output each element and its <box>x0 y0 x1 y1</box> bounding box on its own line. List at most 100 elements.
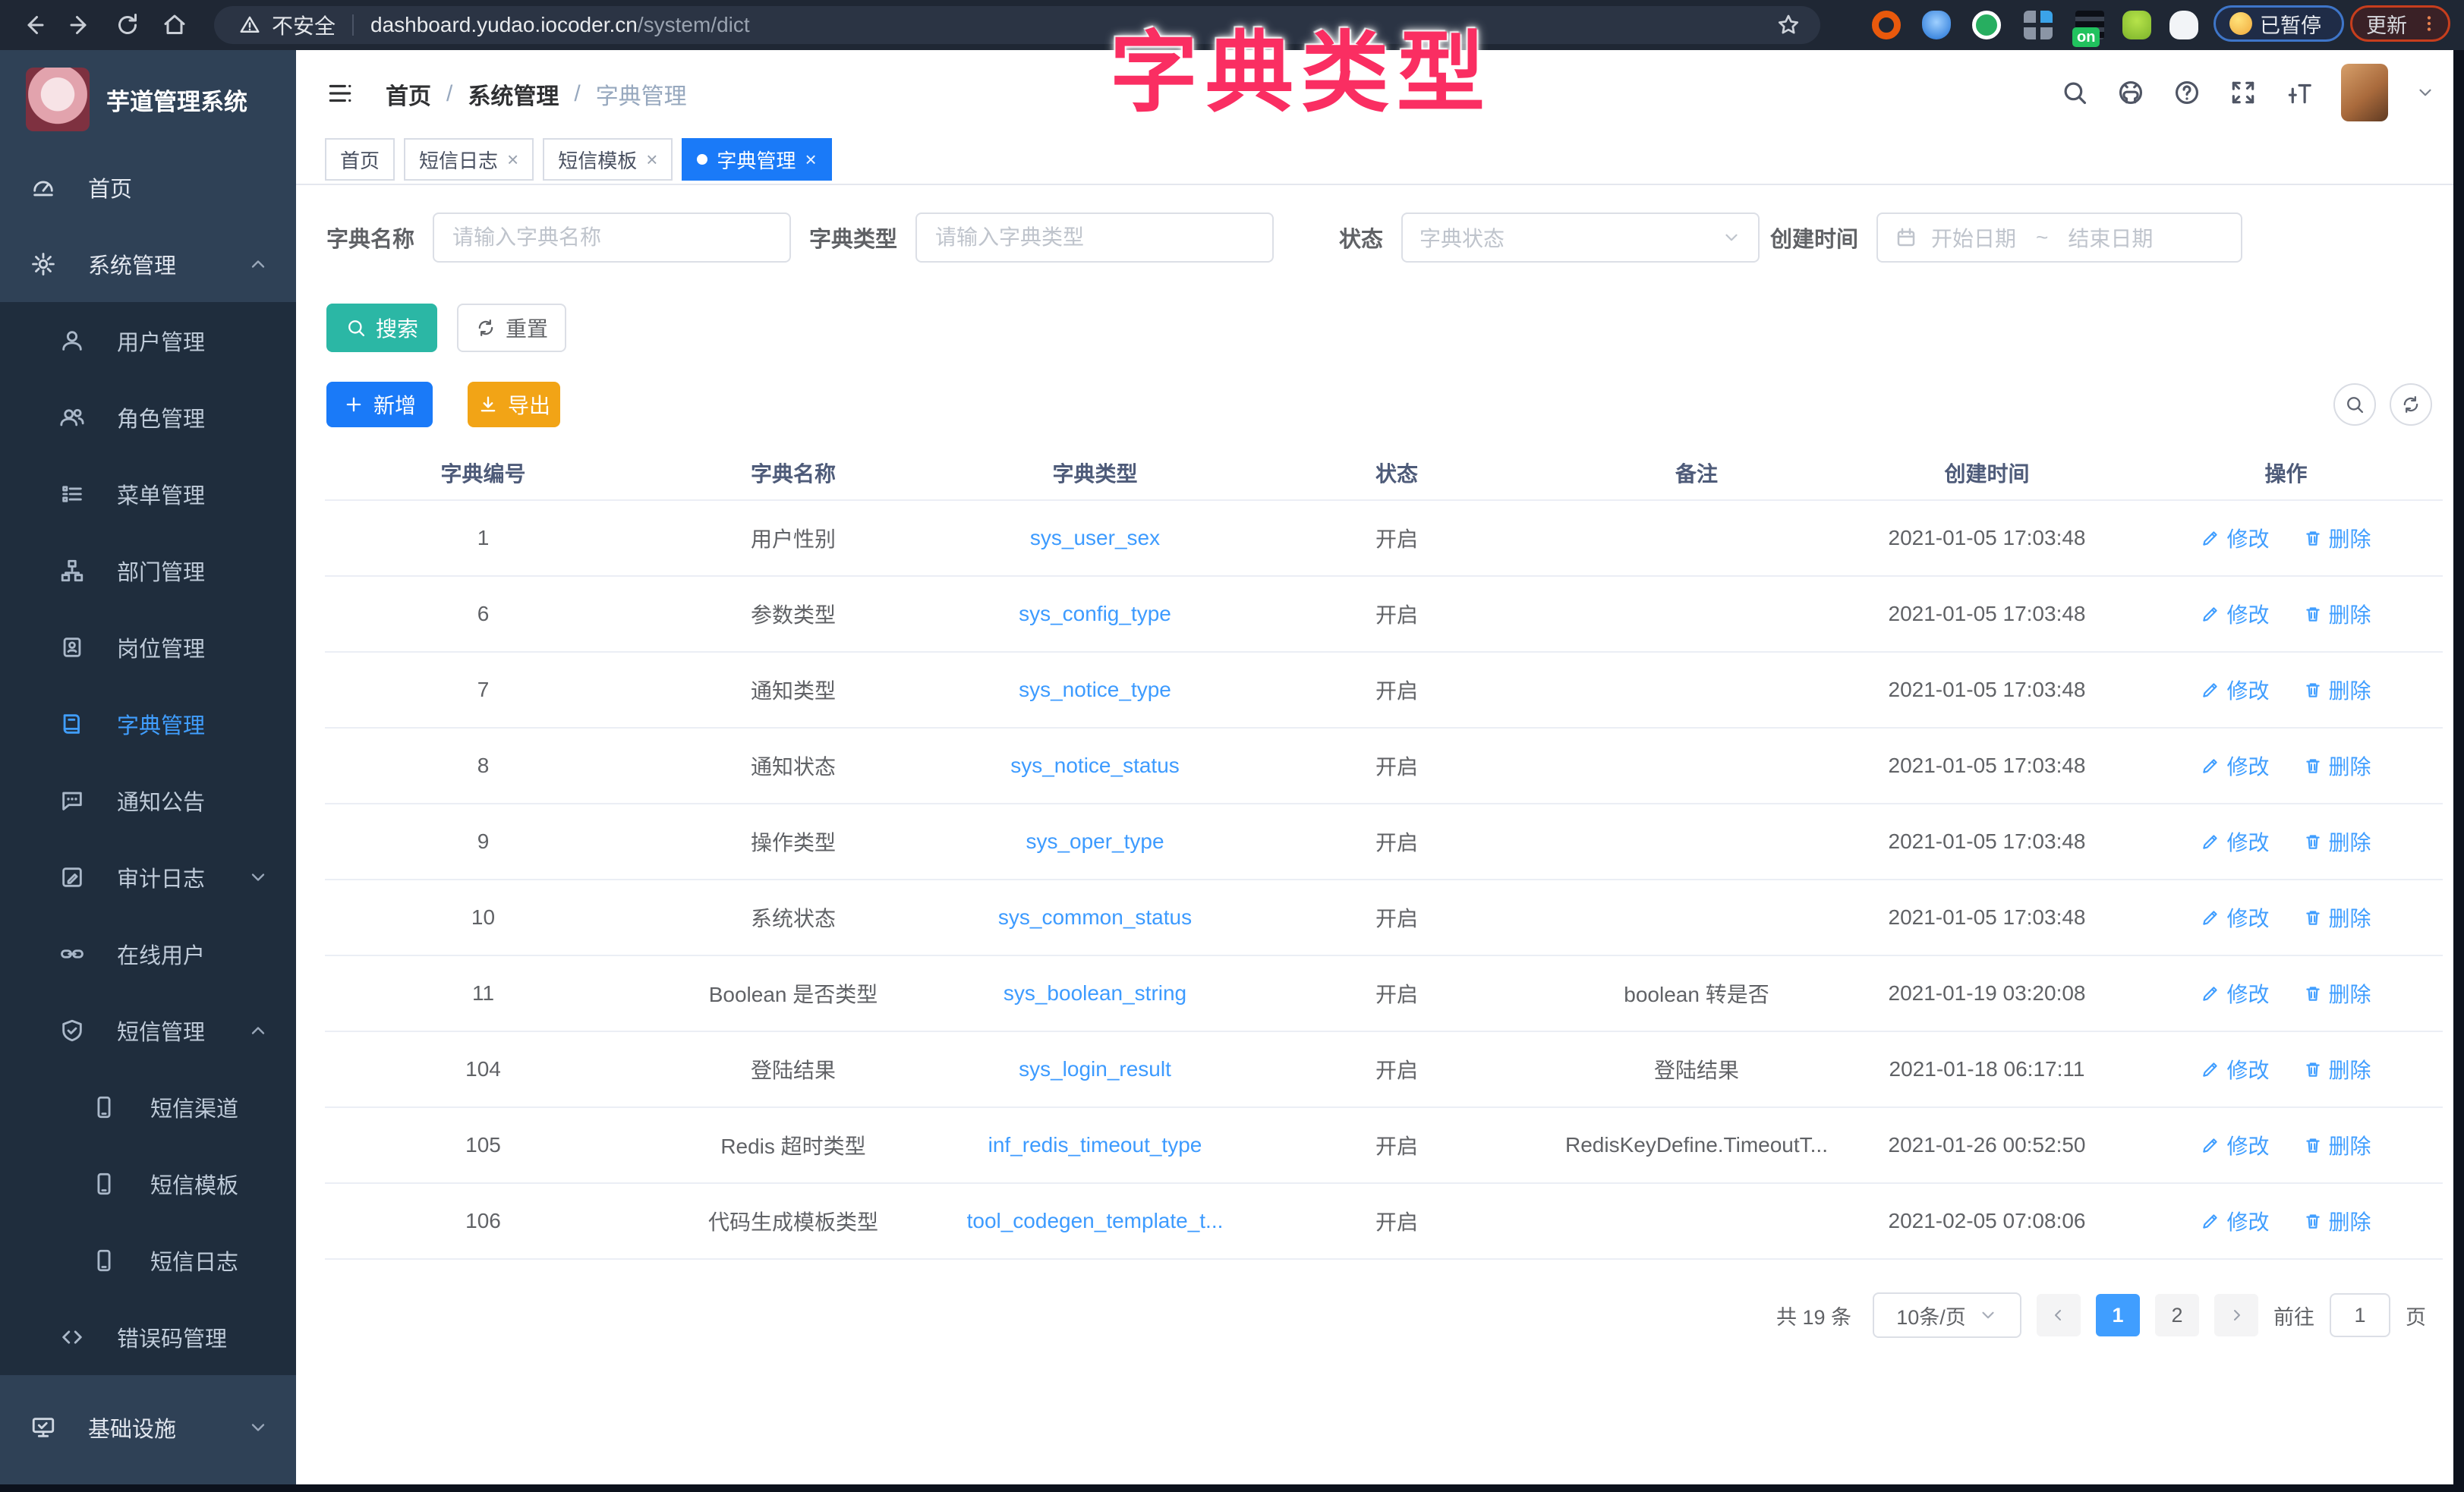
sidebar-item-sms-mgmt[interactable]: 短信管理 <box>0 992 296 1069</box>
dict-name-input[interactable] <box>451 225 773 250</box>
font-size-icon[interactable] <box>2285 78 2314 107</box>
next-page-button[interactable] <box>2214 1294 2258 1336</box>
sidebar-item-sms-template[interactable]: 短信模板 <box>0 1145 296 1222</box>
browser-update-button[interactable]: 更新 <box>2350 5 2450 42</box>
caret-down-icon[interactable] <box>2415 83 2435 102</box>
edit-link[interactable]: 修改 <box>2201 1206 2269 1236</box>
delete-link[interactable]: 删除 <box>2303 1206 2371 1236</box>
edit-link[interactable]: 修改 <box>2201 1130 2269 1160</box>
dict-type-link[interactable]: sys_oper_type <box>1026 829 1164 853</box>
browser-reload-icon[interactable] <box>114 11 141 39</box>
search-icon[interactable] <box>2060 78 2089 107</box>
dict-type-link[interactable]: inf_redis_timeout_type <box>988 1133 1202 1157</box>
browser-back-icon[interactable] <box>20 11 47 39</box>
sidebar-item-notice[interactable]: 通知公告 <box>0 762 296 839</box>
dict-type-input[interactable] <box>934 225 1256 250</box>
delete-link[interactable]: 删除 <box>2303 523 2371 553</box>
sidebar-toggle-icon[interactable] <box>325 79 355 108</box>
delete-link[interactable]: 删除 <box>2303 675 2371 705</box>
extension-icon[interactable] <box>1872 11 1901 39</box>
page-size-select[interactable]: 10条/页 <box>1873 1292 2021 1338</box>
extension-icon[interactable] <box>1972 11 2001 39</box>
tab-sms-template[interactable]: 短信模板 × <box>543 138 673 181</box>
edit-link[interactable]: 修改 <box>2201 902 2269 933</box>
edit-link[interactable]: 修改 <box>2201 978 2269 1009</box>
dict-type-link[interactable]: sys_notice_type <box>1019 678 1171 701</box>
dict-table: 字典编号 字典名称 字典类型 状态 备注 创建时间 操作 1 用户性别 sys_… <box>325 446 2443 1260</box>
extension-icon[interactable] <box>2122 11 2151 39</box>
export-button[interactable]: 导出 <box>468 382 560 427</box>
extension-icon[interactable] <box>2169 11 2198 39</box>
delete-link[interactable]: 删除 <box>2303 902 2371 933</box>
sidebar-item-dict-mgmt[interactable]: 字典管理 <box>0 685 296 762</box>
sidebar-item-system[interactable]: 系统管理 <box>0 225 296 302</box>
sidebar-item-user-mgmt[interactable]: 用户管理 <box>0 302 296 379</box>
dict-type-link[interactable]: sys_config_type <box>1019 602 1171 625</box>
delete-link[interactable]: 删除 <box>2303 599 2371 629</box>
toggle-search-button[interactable] <box>2333 383 2376 426</box>
breadcrumb-system[interactable]: 系统管理 <box>468 77 559 111</box>
app-logo-row[interactable]: 芋道管理系统 <box>0 50 296 149</box>
edit-link[interactable]: 修改 <box>2201 599 2269 629</box>
tab-home[interactable]: 首页 <box>325 138 395 181</box>
dict-type-link[interactable]: sys_common_status <box>998 905 1192 929</box>
close-icon[interactable]: × <box>646 148 657 172</box>
refresh-button[interactable] <box>2390 383 2432 426</box>
extension-icon[interactable] <box>2024 11 2053 39</box>
fullscreen-icon[interactable] <box>2229 78 2258 107</box>
sidebar-item-home[interactable]: 首页 <box>0 149 296 225</box>
tab-dict-mgmt[interactable]: 字典管理 × <box>682 138 831 181</box>
page-number-2[interactable]: 2 <box>2155 1294 2199 1336</box>
browser-menu-icon[interactable] <box>2419 12 2439 35</box>
dict-type-link[interactable]: sys_user_sex <box>1030 526 1160 549</box>
sidebar-item-post-mgmt[interactable]: 岗位管理 <box>0 609 296 685</box>
sidebar-item-menu-mgmt[interactable]: 菜单管理 <box>0 455 296 532</box>
sidebar-item-role-mgmt[interactable]: 角色管理 <box>0 379 296 455</box>
dict-type-link[interactable]: tool_codegen_template_t... <box>967 1209 1224 1232</box>
delete-link[interactable]: 删除 <box>2303 978 2371 1009</box>
page-number-1[interactable]: 1 <box>2096 1294 2140 1336</box>
tab-sms-log[interactable]: 短信日志 × <box>404 138 534 181</box>
github-icon[interactable] <box>2116 78 2145 107</box>
edit-link[interactable]: 修改 <box>2201 826 2269 857</box>
bookmark-star-icon[interactable] <box>1776 13 1801 37</box>
add-button[interactable]: 新增 <box>326 382 433 427</box>
extension-icon[interactable]: on <box>2075 11 2104 39</box>
search-button[interactable]: 搜索 <box>326 304 437 352</box>
delete-link[interactable]: 删除 <box>2303 1130 2371 1160</box>
extension-icon[interactable] <box>1922 11 1951 39</box>
sidebar-item-sms-channel[interactable]: 短信渠道 <box>0 1069 296 1145</box>
close-icon[interactable]: × <box>507 148 518 172</box>
address-bar[interactable]: 不安全 dashboard.yudao.iocoder.cn/system/di… <box>214 6 1820 44</box>
sidebar-item-errcode-mgmt[interactable]: 错误码管理 <box>0 1298 296 1375</box>
window-scrollbar-strip[interactable] <box>2453 50 2464 1492</box>
close-icon[interactable]: × <box>805 148 816 172</box>
edit-link[interactable]: 修改 <box>2201 751 2269 781</box>
dict-type-link[interactable]: sys_boolean_string <box>1004 981 1186 1005</box>
profile-paused-badge[interactable]: 已暂停 <box>2214 5 2344 42</box>
main-area: 首页 / 系统管理 / 字典管理 首页 短信日志 × <box>296 50 2453 1484</box>
status-select[interactable]: 字典状态 <box>1401 212 1760 263</box>
sidebar-item-audit-log[interactable]: 审计日志 <box>0 839 296 915</box>
sidebar-item-dept-mgmt[interactable]: 部门管理 <box>0 532 296 609</box>
goto-page-input[interactable] <box>2330 1293 2390 1337</box>
prev-page-button[interactable] <box>2037 1294 2081 1336</box>
delete-link[interactable]: 删除 <box>2303 1054 2371 1084</box>
edit-link[interactable]: 修改 <box>2201 523 2269 553</box>
breadcrumb-home[interactable]: 首页 <box>386 77 431 111</box>
date-range-picker[interactable]: 开始日期 ~ 结束日期 <box>1876 212 2242 263</box>
user-avatar[interactable] <box>2341 64 2388 121</box>
edit-link[interactable]: 修改 <box>2201 675 2269 705</box>
edit-link[interactable]: 修改 <box>2201 1054 2269 1084</box>
delete-link[interactable]: 删除 <box>2303 826 2371 857</box>
browser-forward-icon[interactable] <box>67 11 94 39</box>
dict-type-link[interactable]: sys_login_result <box>1019 1057 1171 1081</box>
dict-type-link[interactable]: sys_notice_status <box>1010 754 1180 777</box>
sidebar-item-online-user[interactable]: 在线用户 <box>0 915 296 992</box>
browser-home-icon[interactable] <box>161 11 188 39</box>
sidebar-item-sms-log[interactable]: 短信日志 <box>0 1222 296 1298</box>
sidebar-item-infra[interactable]: 基础设施 <box>0 1389 296 1465</box>
help-icon[interactable] <box>2173 78 2201 107</box>
reset-button[interactable]: 重置 <box>457 304 566 352</box>
delete-link[interactable]: 删除 <box>2303 751 2371 781</box>
